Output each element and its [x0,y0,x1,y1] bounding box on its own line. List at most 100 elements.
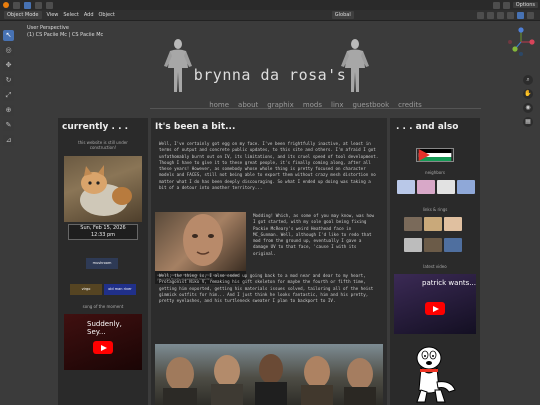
cat-photo [64,156,142,222]
select-box-icon[interactable] [24,1,31,9]
tool-shelf: ↖ ◎ ✥ ↻ ⤢ ⊕ ✎ ⊿ [3,30,15,146]
left-heading: currently . . . [62,122,129,132]
button-virgo[interactable]: virgo [70,284,102,295]
viewport-header: Object Mode View Select Add Object Globa… [0,10,540,21]
latest-video[interactable]: patrick wants... [394,274,476,334]
site-nav: home about graphix mods linx guestbook c… [150,101,481,109]
annotate-icon[interactable]: ✎ [3,120,14,131]
viewport-collection: (1) CS Paciie Mc | CS Paciie Mc [27,32,104,38]
right-heading: . . . and also [396,122,459,132]
post-paragraph-1: Well, I've certainly got egg on my face.… [159,141,379,191]
post-paragraph-2: Modding! Which, as some of you may know,… [253,213,375,256]
nav-about[interactable]: about [238,101,258,109]
gta-characters-image [155,344,383,405]
select-extend-icon[interactable] [35,1,42,9]
neighbor-button[interactable] [457,180,475,194]
navigation-gizmo[interactable] [506,26,536,58]
menu-object[interactable]: Object [99,12,115,18]
grid-icon[interactable]: ▦ [523,117,533,127]
model-figure-left [164,39,192,92]
menu-add[interactable]: Add [84,12,94,18]
construction-note: this website is still under construction… [78,140,128,150]
post-title: It's been a bit... [155,122,236,132]
header-icons [477,11,540,19]
neighbors-row [397,180,475,194]
neighbor-button[interactable] [417,180,435,194]
menu-select[interactable]: Select [63,12,78,18]
editor-type-icon[interactable] [13,1,20,9]
button-old-man-river[interactable]: old man river [104,284,136,295]
nav-linx[interactable]: linx [331,101,343,109]
zoom-icon[interactable]: ⌕ [523,75,533,85]
link-button[interactable] [444,238,462,252]
links-row-1 [404,217,462,231]
rotate-icon[interactable]: ↻ [3,75,14,86]
link-button[interactable] [424,217,442,231]
move-icon[interactable]: ✥ [3,60,14,71]
post-paragraph-3: Well, the thing is, I also ended up goin… [159,273,374,304]
measure-icon[interactable]: ⊿ [3,135,14,146]
options-button[interactable]: Options [512,2,538,8]
gta-characters-illustration [163,354,376,405]
flag-icon [416,148,454,162]
viewport-title: User Perspective [27,25,69,31]
cursor-icon[interactable]: ↖ [3,30,14,41]
song-label: song of the moment [82,304,124,309]
model-figure-right [341,39,369,92]
head-render-image [155,212,246,271]
date-box: Sun, Feb 15, 2026 12:33 pm [68,224,138,240]
transform-pivot-icon[interactable] [492,1,500,9]
neighbor-button[interactable] [437,180,455,194]
link-button[interactable] [404,238,422,252]
song-video[interactable]: Suddenly, Sey... [64,314,142,370]
hand-icon[interactable]: ✋ [523,89,533,99]
nav-credits[interactable]: credits [398,101,422,109]
shading-material-icon[interactable] [527,11,534,19]
top-bar-right: Options [492,1,540,9]
top-bar: Options [0,0,540,10]
brian-dog-sticker [416,346,456,403]
left-column: currently . . . this website is still un… [58,118,148,405]
xray-icon[interactable] [507,11,514,19]
visibility-icon[interactable] [477,11,484,19]
links-label: links & rings [422,207,448,212]
cat-illustration [80,165,132,216]
transform-icon[interactable]: ⊕ [3,105,14,116]
latest-video-title: patrick wants... [422,279,476,287]
time-text: 12:33 pm [90,232,116,238]
camera-icon[interactable]: ◉ [523,103,533,113]
select-subtract-icon[interactable] [46,1,53,9]
overlay-icon[interactable] [497,11,504,19]
viewport-info: User Perspective (1) CS Paciie Mc | CS P… [27,25,103,39]
nav-home[interactable]: home [209,101,229,109]
gizmo-icon[interactable] [487,11,494,19]
links-row-2 [404,238,462,252]
nav-mods[interactable]: mods [303,101,322,109]
link-button[interactable] [404,217,422,231]
scale-icon[interactable]: ⤢ [3,90,14,101]
select-icon[interactable]: ◎ [3,45,14,56]
viewport-nav-buttons: ⌕ ✋ ◉ ▦ [523,75,533,127]
neighbor-button[interactable] [397,180,415,194]
play-icon[interactable] [93,341,113,354]
head-render-illustration [183,214,223,266]
nav-graphix[interactable]: graphix [267,101,294,109]
blender-logo-icon[interactable] [3,2,9,8]
menu-view[interactable]: View [47,12,59,18]
song-video-title: Suddenly, Sey... [87,320,122,336]
button-mushroom[interactable]: mushroom [86,258,118,269]
site-title: brynna da rosa's [193,66,347,84]
transform-orientation-select[interactable]: Global [331,11,354,19]
latest-label: latest video [423,264,447,269]
mode-select[interactable]: Object Mode [4,11,42,19]
link-button[interactable] [424,238,442,252]
main-column: It's been a bit... Well, I've certainly … [151,118,387,405]
date-text: Sun, Feb 15, 2026 [80,225,126,231]
link-button[interactable] [444,217,462,231]
nav-guestbook[interactable]: guestbook [353,101,390,109]
shading-solid-icon[interactable] [517,11,524,19]
play-icon[interactable] [425,302,445,315]
neighbors-label: neighbors [425,170,445,175]
snap-icon[interactable] [502,1,510,9]
blender-window: Options Object Mode View Select Add Obje… [0,0,540,405]
